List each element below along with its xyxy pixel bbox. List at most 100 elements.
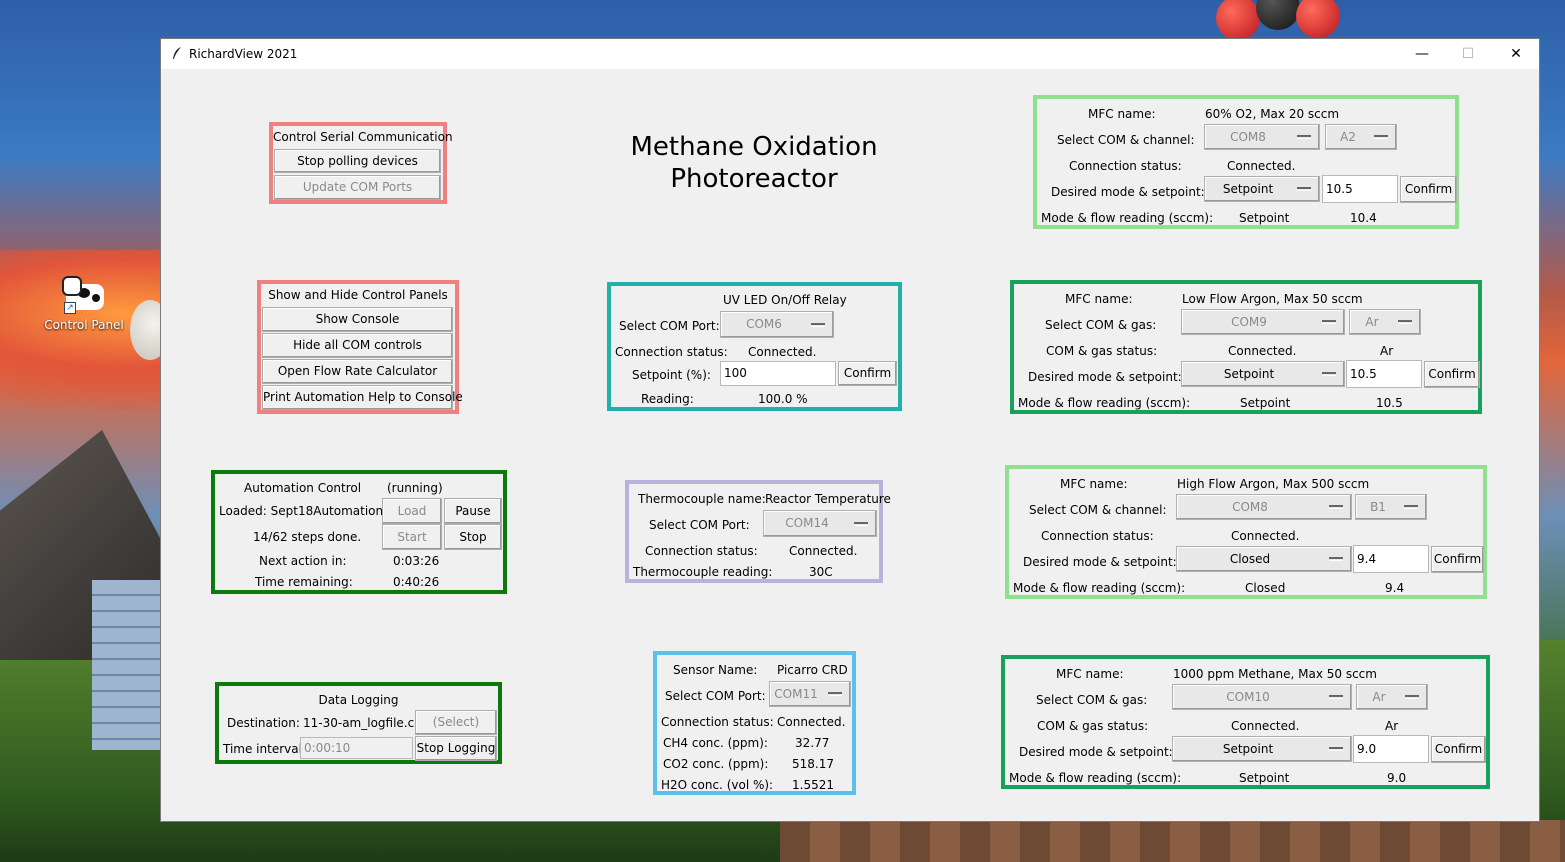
mfc1-name-value: 60% O2, Max 20 sccm (1205, 107, 1340, 121)
mfc4-reading-value: 9.0 (1387, 771, 1407, 785)
print-automation-help-button[interactable]: Print Automation Help to Console (262, 385, 463, 410)
mfc2-gas-dropdown[interactable]: Ar (1349, 309, 1421, 335)
mfc3-mode-value: Closed (1229, 552, 1271, 566)
hide-com-controls-button[interactable]: Hide all COM controls (262, 333, 453, 358)
mfc4-mode-label: Desired mode & setpoint: (1019, 745, 1173, 759)
picarro-status-value: Connected. (777, 715, 846, 729)
mfc3-setpoint-input[interactable]: 9.4 (1353, 545, 1429, 573)
tc-status-value: Connected. (789, 544, 858, 558)
mfc1-com-value: COM8 (1230, 130, 1266, 144)
title-bar[interactable]: RichardView 2021 — ☐ ✕ (161, 39, 1539, 69)
mfc2-status-value: Connected. (1228, 344, 1297, 358)
mfc4-gas-dropdown[interactable]: Ar (1356, 684, 1428, 710)
mfc2-confirm-button[interactable]: Confirm (1424, 361, 1480, 388)
mfc2-setpoint-input[interactable]: 10.5 (1346, 360, 1422, 388)
mfc4-com-dropdown[interactable]: COM10 (1172, 684, 1352, 710)
mfc4-status-value: Connected. (1231, 719, 1300, 733)
mfc3-com-value: COM8 (1232, 500, 1268, 514)
mfc3-confirm-button[interactable]: Confirm (1431, 546, 1484, 573)
picarro-com-label: Select COM Port: (665, 689, 766, 703)
destination-label: Destination: (227, 716, 300, 730)
tc-com-dropdown[interactable]: COM14 (763, 510, 877, 537)
dropdown-arrow-icon (1297, 135, 1311, 139)
mfc1-mode-value: Setpoint (1222, 182, 1274, 196)
close-button[interactable]: ✕ (1493, 39, 1539, 69)
show-console-button[interactable]: Show Console (262, 307, 453, 332)
desktop-icon-control-panel[interactable]: ↗ Control Panel (44, 274, 124, 332)
picarro-name-value: Picarro CRD (777, 663, 848, 677)
open-flow-calculator-button[interactable]: Open Flow Rate Calculator (262, 359, 453, 384)
mfc3-channel-dropdown[interactable]: B1 (1355, 494, 1427, 520)
mfc1-mode-dropdown[interactable]: Setpoint (1204, 176, 1320, 202)
mfc2-com-label: Select COM & gas: (1045, 318, 1157, 332)
dropdown-arrow-icon (811, 322, 825, 327)
picarro-com-value: COM11 (774, 687, 818, 701)
uv-setpoint-input[interactable]: 100 (720, 361, 836, 386)
app-title: Methane Oxidation Photoreactor (601, 131, 907, 195)
mfc1-channel-dropdown[interactable]: A2 (1325, 124, 1397, 150)
mfc1-reading-value: 10.4 (1350, 211, 1377, 225)
maximize-button[interactable]: ☐ (1445, 39, 1491, 69)
dropdown-arrow-icon (1404, 505, 1418, 509)
next-action-value: 0:03:26 (393, 554, 440, 568)
wallpaper-molecule-dark (1256, 0, 1300, 30)
mfc3-name-value: High Flow Argon, Max 500 sccm (1177, 477, 1370, 491)
uv-setpoint-label: Setpoint (%): (632, 368, 711, 382)
stop-logging-button[interactable]: Stop Logging (415, 736, 497, 761)
mfc2-panel: MFC name: Low Flow Argon, Max 50 sccm Se… (1010, 280, 1482, 414)
time-remaining-label: Time remaining: (255, 575, 353, 589)
mfc4-confirm-button[interactable]: Confirm (1431, 736, 1486, 763)
ch4-label: CH4 conc. (ppm): (663, 736, 768, 750)
h2o-label: H2O conc. (vol %): (661, 778, 774, 792)
dropdown-arrow-icon (1405, 695, 1419, 699)
dropdown-arrow-icon (854, 521, 868, 526)
mfc4-gas-value: Ar (1372, 690, 1386, 704)
mfc4-mode-value: Setpoint (1222, 742, 1274, 756)
show-hide-panel: Show and Hide Control Panels Show Consol… (257, 280, 463, 414)
uv-confirm-button[interactable]: Confirm (838, 361, 897, 386)
mfc1-status-label: Connection status: (1069, 159, 1182, 173)
dropdown-arrow-icon (1374, 135, 1388, 139)
mfc1-com-dropdown[interactable]: COM8 (1204, 124, 1320, 150)
mfc2-reading-value: 10.5 (1376, 396, 1403, 410)
update-com-ports-button[interactable]: Update COM Ports (274, 175, 441, 200)
mfc1-com-label: Select COM & channel: (1057, 133, 1195, 147)
mfc2-mode-dropdown[interactable]: Setpoint (1181, 361, 1345, 387)
dropdown-arrow-icon (1329, 747, 1343, 751)
serial-panel-header: Control Serial Communication (273, 130, 453, 144)
mfc4-mode-dropdown[interactable]: Setpoint (1172, 736, 1352, 762)
mfc1-setpoint-input[interactable]: 10.5 (1322, 175, 1398, 203)
picarro-com-dropdown[interactable]: COM11 (769, 681, 851, 707)
stop-automation-button[interactable]: Stop (444, 524, 502, 550)
mfc3-mode-dropdown[interactable]: Closed (1176, 546, 1352, 572)
select-destination-button[interactable]: (Select) (415, 710, 497, 735)
uv-reading-label: Reading: (641, 392, 694, 406)
mfc4-name-value: 1000 ppm Methane, Max 50 sccm (1173, 667, 1377, 681)
mfc2-com-dropdown[interactable]: COM9 (1181, 309, 1345, 335)
mfc2-gas-value: Ar (1365, 315, 1379, 329)
minimize-button[interactable]: — (1399, 39, 1445, 69)
start-button[interactable]: Start (382, 524, 442, 550)
stop-polling-button[interactable]: Stop polling devices (274, 149, 441, 173)
mfc2-name-value: Low Flow Argon, Max 50 sccm (1182, 292, 1363, 306)
show-hide-header: Show and Hide Control Panels (268, 288, 448, 302)
time-interval-input[interactable]: 0:00:10 (300, 737, 413, 759)
load-button[interactable]: Load (382, 498, 442, 524)
automation-panel: Automation Control (running) Loaded: Sep… (211, 470, 507, 594)
mfc4-setpoint-input[interactable]: 9.0 (1353, 735, 1429, 763)
dropdown-arrow-icon (1329, 557, 1343, 561)
mfc4-name-label: MFC name: (1056, 667, 1124, 681)
picarro-name-label: Sensor Name: (673, 663, 758, 677)
picarro-status-label: Connection status: (661, 715, 774, 729)
thermocouple-panel: Thermocouple name: Reactor Temperature S… (625, 480, 891, 583)
pause-button[interactable]: Pause (444, 498, 502, 524)
dropdown-arrow-icon (1329, 695, 1343, 699)
next-action-label: Next action in: (259, 554, 347, 568)
mfc1-confirm-button[interactable]: Confirm (1400, 176, 1457, 203)
mfc2-status-label: COM & gas status: (1046, 344, 1158, 358)
desktop-icon-label: Control Panel (44, 318, 124, 332)
uv-com-dropdown[interactable]: COM6 (720, 311, 834, 338)
mfc3-com-dropdown[interactable]: COM8 (1176, 494, 1352, 520)
mfc3-panel: MFC name: High Flow Argon, Max 500 sccm … (1005, 465, 1487, 599)
mfc3-reading-mode: Closed (1245, 581, 1286, 595)
